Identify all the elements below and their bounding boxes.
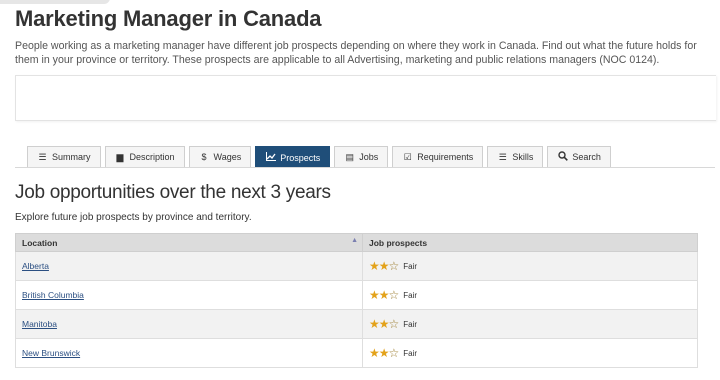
star-rating: ★ ★ ☆ Fair [369,318,417,330]
tab-label: Wages [213,152,242,162]
tab-label: Jobs [359,152,379,162]
prospect-rating-label: Fair [403,290,418,300]
prospects-cell: ★ ★ ☆ Fair [362,309,698,339]
section-title: Job opportunities over the next 3 years [15,182,331,203]
location-link[interactable]: British Columbia [22,290,84,300]
section-description: Explore future job prospects by province… [15,212,252,223]
prospects-cell: ★ ★ ☆ Fair [362,251,698,281]
tab-jobs[interactable]: ▤ Jobs [334,146,389,167]
tab-label: Prospects [280,152,321,163]
star-rating: ★ ★ ☆ Fair [369,347,417,359]
tab-requirements[interactable]: ☑ Requirements [392,146,484,167]
location-link[interactable]: Manitoba [22,319,57,329]
top-browser-tab [0,0,110,4]
table-row: New Brunswick ★ ★ ☆ Fair [15,338,698,368]
table-row: British Columbia ★ ★ ☆ Fair [15,280,698,310]
tab-prospects[interactable]: Prospects [255,146,331,168]
prospect-rating-label: Fair [403,319,418,329]
prospect-rating-label: Fair [403,348,418,358]
intro-text: People working as a marketing manager ha… [15,40,697,66]
star-rating: ★ ★ ☆ Fair [369,289,417,301]
location-link[interactable]: Alberta [22,261,49,271]
tab-label: Summary [52,152,91,162]
prospect-rating-label: Fair [403,261,418,271]
tab-bar: ☰ Summary ▆ Description $ Wages Prospect… [27,146,615,168]
location-link[interactable]: New Brunswick [22,348,80,358]
location-cell: Manitoba [15,309,363,339]
prospects-table: Location ▲ Job prospects Alberta ★ ★ ☆ Fair B… [15,233,698,368]
checkbox-icon: ☑ [403,151,412,162]
star-empty-icon: ☆ [388,317,400,331]
chart-line-icon [265,152,276,163]
location-cell: New Brunswick [15,338,363,368]
table-row: Alberta ★ ★ ☆ Fair [15,251,698,281]
tab-search[interactable]: Search [547,146,611,167]
prospects-cell: ★ ★ ☆ Fair [362,280,698,310]
location-column-header[interactable]: Location ▲ [15,233,363,252]
sort-ascending-icon: ▲ [351,237,358,244]
tasks-icon: ☰ [498,151,507,162]
job-prospects-column-header[interactable]: Job prospects [362,233,698,252]
newspaper-icon: ▤ [345,151,355,162]
list-icon: ☰ [38,151,47,162]
tab-description[interactable]: ▆ Description [104,146,185,167]
dollar-icon: $ [201,152,207,162]
star-empty-icon: ☆ [388,259,400,273]
table-header-row: Location ▲ Job prospects [15,233,698,252]
tab-summary[interactable]: ☰ Summary [27,146,101,167]
tab-divider [15,167,715,168]
book-icon: ▆ [116,151,124,162]
tab-label: Requirements [417,152,474,162]
tab-wages[interactable]: $ Wages [188,146,252,167]
tab-label: Skills [512,152,534,162]
tab-label: Search [572,152,601,162]
tab-skills[interactable]: ☰ Skills [487,146,544,167]
star-empty-icon: ☆ [388,346,400,360]
prospects-cell: ★ ★ ☆ Fair [362,338,698,368]
star-rating: ★ ★ ☆ Fair [369,260,417,272]
location-cell: British Columbia [15,280,363,310]
tab-label: Description [129,152,175,162]
empty-panel [15,75,716,121]
page-title: Marketing Manager in Canada [15,6,322,31]
search-icon [557,151,568,163]
star-empty-icon: ☆ [388,288,400,302]
table-row: Manitoba ★ ★ ☆ Fair [15,309,698,339]
location-cell: Alberta [15,251,363,281]
